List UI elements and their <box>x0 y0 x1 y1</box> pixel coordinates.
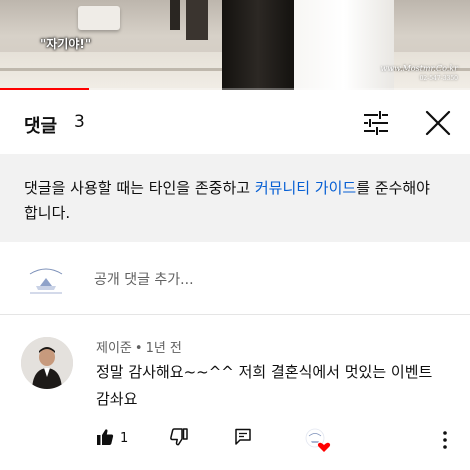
creator-heart-icon <box>304 428 332 452</box>
sort-sliders-icon[interactable] <box>361 108 391 138</box>
community-guideline-banner: 댓글을 사용할 때는 타인을 존중하고 커뮤니티 가이드를 준수해야 합니다. <box>0 154 470 242</box>
close-icon[interactable] <box>423 108 453 138</box>
video-watermark: www.Mostmr.Co.kr 02-547-3350 <box>380 64 458 84</box>
guideline-text-before: 댓글을 사용할 때는 타인을 존중하고 <box>24 179 255 197</box>
comment-input-placeholder[interactable]: 공개 댓글 추가... <box>94 269 194 289</box>
reply-icon[interactable] <box>234 428 252 452</box>
watermark-site: www.Mostmr.Co.kr <box>380 64 458 73</box>
watermark-phone: 02-547-3350 <box>419 75 458 82</box>
groom-figure <box>222 0 294 90</box>
comments-count: 3 <box>74 112 85 132</box>
comment-item: 제이준 • 1년 전 정말 감사해요~~^^ 저희 결혼식에서 멋있는 이벤트 감솨… <box>0 315 470 470</box>
like-count: 1 <box>120 431 129 446</box>
lamp-post <box>170 0 180 30</box>
comment-author[interactable]: 제이준 <box>96 341 132 356</box>
comment-actions: 1 <box>96 428 456 452</box>
comment-time: 1년 전 <box>145 341 182 356</box>
bride-figure <box>294 0 394 90</box>
video-caption: "자기야!" <box>40 37 92 51</box>
thumb-up-icon[interactable] <box>96 428 114 452</box>
comment-text: 정말 감사해요~~^^ 저희 결혼식에서 멋있는 이벤트 감솨요 <box>96 363 433 408</box>
guest-figure <box>186 0 208 40</box>
comment-meta: 제이준 • 1년 전 <box>96 337 182 356</box>
channel-logo <box>24 262 68 296</box>
meta-separator-dot: • <box>134 341 143 356</box>
thumb-down-icon[interactable] <box>170 428 188 452</box>
comments-header: 댓글 3 <box>0 90 470 154</box>
community-guidelines-link[interactable]: 커뮤니티 가이드 <box>255 179 356 197</box>
more-vert-icon[interactable] <box>440 428 450 452</box>
add-comment-row[interactable]: 공개 댓글 추가... <box>0 242 470 315</box>
speaker-prop <box>78 6 120 30</box>
commenter-avatar[interactable] <box>21 337 73 389</box>
video-player[interactable]: "자기야!" www.Mostmr.Co.kr 02-547-3350 <box>0 0 470 90</box>
comments-title: 댓글 <box>24 116 58 137</box>
